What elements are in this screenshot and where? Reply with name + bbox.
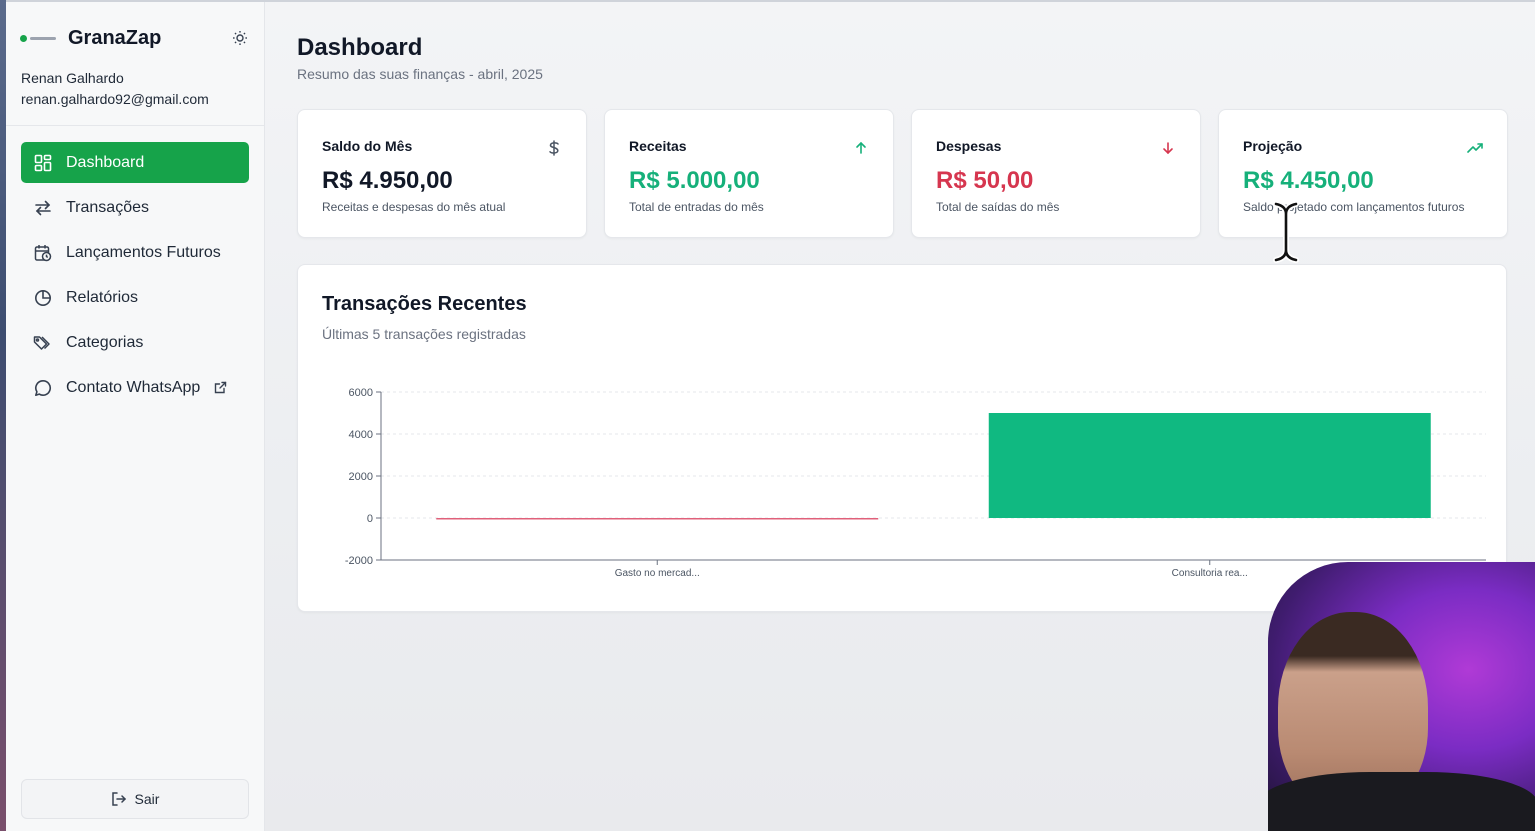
chart-bar	[436, 518, 879, 520]
y-tick-label: 2000	[349, 471, 373, 483]
card-value: R$ 5.000,00	[629, 167, 760, 194]
sidebar-item-label: Lançamentos Futuros	[66, 243, 221, 261]
trending-up-icon	[1467, 140, 1483, 156]
chart-bar	[988, 413, 1431, 518]
card-title: Saldo do Mês	[322, 138, 413, 154]
sidebar: GranaZap Renan Galhardo renan.galhardo92…	[6, 2, 265, 831]
sidebar-item-relatorios[interactable]: Relatórios	[21, 277, 249, 318]
arrows-swap-icon	[33, 198, 53, 218]
user-name: Renan Galhardo	[21, 70, 124, 86]
card-saldo-do-mes: Saldo do Mês R$ 4.950,00 Receitas e desp…	[297, 109, 587, 238]
logo-icon	[20, 33, 58, 43]
card-title: Despesas	[936, 138, 1002, 154]
sidebar-item-label: Dashboard	[66, 153, 145, 171]
user-email: renan.galhardo92@gmail.com	[21, 91, 209, 107]
calendar-clock-icon	[33, 243, 53, 263]
card-despesas: Despesas R$ 50,00 Total de saídas do mês	[911, 109, 1201, 238]
logout-icon	[111, 791, 127, 807]
card-value: R$ 50,00	[936, 167, 1034, 194]
sidebar-item-categorias[interactable]: Categorias	[21, 322, 249, 363]
sun-icon[interactable]	[230, 28, 250, 48]
sidebar-item-label: Relatórios	[66, 288, 139, 306]
grid-icon	[33, 153, 53, 173]
logout-label: Sair	[134, 791, 160, 807]
sidebar-item-label: Categorias	[66, 333, 144, 351]
sidebar-divider	[6, 125, 264, 126]
logout-button[interactable]: Sair	[21, 779, 249, 819]
dollar-icon	[546, 140, 562, 156]
chat-bubble-icon	[33, 378, 53, 398]
arrow-down-icon	[1160, 140, 1176, 156]
page-title: Dashboard	[297, 34, 423, 61]
page-subtitle: Resumo das suas finanças - abril, 2025	[297, 66, 543, 82]
y-tick-label: 6000	[349, 387, 373, 399]
x-tick-label: Consultoria rea...	[1172, 568, 1248, 579]
sidebar-item-dashboard[interactable]: Dashboard	[21, 142, 249, 183]
pie-chart-icon	[33, 288, 53, 308]
card-description: Receitas e despesas do mês atual	[322, 200, 506, 214]
sidebar-item-label: Transações	[66, 198, 149, 216]
card-description: Total de saídas do mês	[936, 200, 1060, 214]
x-tick-label: Gasto no mercad...	[615, 568, 700, 579]
recent-transactions-card: Transações Recentes Últimas 5 transações…	[297, 264, 1507, 612]
external-link-icon	[214, 381, 228, 395]
card-description: Total de entradas do mês	[629, 200, 764, 214]
arrow-up-icon	[853, 140, 869, 156]
y-tick-label: -2000	[345, 555, 373, 567]
presenter-body	[1268, 772, 1535, 831]
sidebar-nav: Dashboard Transações Lançamentos Futuros	[21, 142, 249, 412]
brand-name: GranaZap	[68, 26, 162, 49]
card-receitas: Receitas R$ 5.000,00 Total de entradas d…	[604, 109, 894, 238]
y-tick-label: 0	[367, 513, 373, 525]
card-title: Projeção	[1243, 138, 1303, 154]
brand[interactable]: GranaZap	[20, 24, 250, 52]
card-projecao: Projeção R$ 4.450,00 Saldo projetado com…	[1218, 109, 1508, 238]
card-value: R$ 4.950,00	[322, 167, 453, 194]
card-title: Receitas	[629, 138, 687, 154]
sidebar-item-lancamentos-futuros[interactable]: Lançamentos Futuros	[21, 232, 249, 273]
recent-transactions-chart: -2000 0 2000 4000 6000 Gasto no mercad... Cons…	[345, 387, 1486, 579]
y-tick-label: 4000	[349, 429, 373, 441]
sidebar-item-transacoes[interactable]: Transações	[21, 187, 249, 228]
sidebar-item-label: Contato WhatsApp	[66, 378, 201, 396]
sidebar-item-contato-whatsapp[interactable]: Contato WhatsApp	[21, 367, 249, 408]
webcam-overlay	[1268, 562, 1535, 831]
card-value: R$ 4.450,00	[1243, 167, 1374, 194]
text-cursor-icon	[1273, 201, 1299, 263]
tags-icon	[33, 333, 53, 353]
